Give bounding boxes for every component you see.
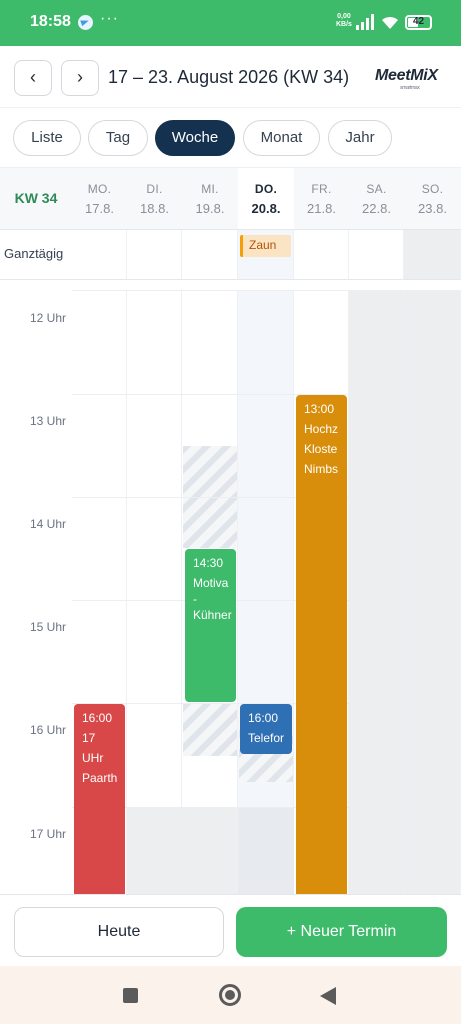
app-logo-subtitle: smartmax	[400, 85, 420, 91]
tab-tag[interactable]: Tag	[88, 120, 148, 156]
battery-icon: 42	[405, 15, 432, 30]
event-title-line: Kloste	[304, 442, 338, 456]
unavailable-region-today	[238, 808, 294, 894]
date-label: 18.8.	[140, 201, 169, 216]
hour-label: 14 Uhr	[29, 517, 66, 531]
network-speed: 0,00 KB/s	[336, 13, 352, 29]
view-tabs: Liste Tag Woche Monat Jahr	[0, 109, 461, 167]
status-bar: 18:58 ··· 0,00 KB/s 42	[0, 0, 461, 46]
tab-jahr[interactable]: Jahr	[328, 120, 392, 156]
date-range-title: 17 – 23. August 2026 (KW 34)	[108, 67, 350, 87]
home-icon[interactable]	[219, 984, 241, 1006]
event-fr[interactable]: 13:00 Hochz Kloste Nimbs	[296, 395, 347, 894]
event-title-line: Nimbs	[304, 462, 339, 476]
app-logo: MeetMiX smartmax	[375, 67, 438, 91]
hour-label: 15 Uhr	[29, 620, 66, 634]
day-header-sa[interactable]: SA. 22.8.	[349, 168, 404, 230]
app-logo-text: MeetMiX	[375, 67, 438, 84]
new-event-button[interactable]: + Neuer Termin	[236, 907, 447, 957]
event-mo[interactable]: 16:00 17 UHr Paarth	[74, 704, 125, 894]
allday-cell[interactable]	[349, 230, 404, 280]
hour-line	[72, 394, 461, 395]
more-notifications-icon: ···	[100, 10, 119, 27]
event-time: 16:00	[82, 711, 113, 725]
tab-woche[interactable]: Woche	[155, 120, 235, 156]
day-column-do[interactable]	[238, 290, 294, 894]
allday-cell[interactable]	[182, 230, 238, 280]
event-title-line: -	[193, 592, 197, 606]
back-icon[interactable]	[320, 987, 336, 1005]
weekday-label: DO.	[254, 182, 278, 196]
hour-line	[72, 807, 461, 808]
event-do[interactable]: 16:00 Telefor	[240, 704, 292, 754]
tab-monat[interactable]: Monat	[243, 120, 320, 156]
date-label: 22.8.	[362, 201, 391, 216]
allday-cell[interactable]	[72, 230, 127, 280]
event-time: 14:30	[193, 556, 224, 570]
date-label: 20.8.	[251, 201, 281, 216]
day-column-so[interactable]	[404, 290, 461, 894]
hour-label: 17 Uhr	[29, 827, 66, 841]
day-header-mi[interactable]: MI. 19.8.	[182, 168, 238, 230]
day-header-fr[interactable]: FR. 21.8.	[294, 168, 349, 230]
weekday-label: DI.	[146, 182, 163, 196]
weekday-label: MO.	[87, 182, 112, 196]
event-time: 16:00	[248, 711, 279, 725]
hour-label: 13 Uhr	[29, 414, 66, 428]
day-header-di[interactable]: DI. 18.8.	[127, 168, 182, 230]
event-title-line: Paarth	[82, 771, 118, 785]
hour-label: 12 Uhr	[29, 311, 66, 325]
telegram-icon	[78, 15, 93, 30]
recent-apps-icon[interactable]	[123, 988, 138, 1003]
hour-label: 16 Uhr	[29, 723, 66, 737]
status-time: 18:58	[30, 13, 71, 30]
week-calendar: 12 Uhr 13 Uhr 14 Uhr 15 Uhr 16 Uhr 17 Uh…	[0, 167, 461, 894]
signal-icon	[356, 14, 374, 30]
network-speed-unit: KB/s	[336, 21, 352, 28]
day-header-so[interactable]: SO. 23.8.	[404, 168, 461, 230]
weekday-label: MI.	[201, 182, 219, 196]
next-week-button[interactable]: ›	[61, 60, 99, 96]
network-speed-value: 0,00	[337, 13, 351, 20]
allday-cell[interactable]	[127, 230, 182, 280]
date-label: 17.8.	[85, 201, 114, 216]
event-mi[interactable]: 14:30 Motiva - Kühner	[185, 549, 236, 702]
wifi-icon	[382, 16, 398, 29]
battery-level: 42	[412, 16, 425, 27]
date-label: 19.8.	[195, 201, 225, 216]
event-title-line: Kühner	[193, 608, 232, 622]
system-navigation-bar	[0, 966, 461, 1024]
today-button[interactable]: Heute	[14, 907, 224, 957]
event-title-line: 17	[82, 731, 96, 745]
date-label: 23.8.	[418, 201, 447, 216]
event-title-line: UHr	[82, 751, 104, 765]
weekday-label: FR.	[311, 182, 332, 196]
allday-event[interactable]: Zaun	[240, 235, 291, 257]
day-column-di[interactable]	[127, 290, 182, 894]
unavailable-region	[127, 808, 237, 894]
week-number: KW 34	[0, 168, 72, 230]
bottom-actions: Heute + Neuer Termin	[0, 894, 461, 966]
blocked-time-mi-2	[183, 704, 237, 756]
allday-label: Ganztägig	[0, 230, 72, 280]
weekday-label: SA.	[366, 182, 387, 196]
event-title-line: Telefor	[248, 731, 285, 745]
date-label: 21.8.	[307, 201, 336, 216]
calendar-header: ‹ › 17 – 23. August 2026 (KW 34) MeetMiX…	[0, 46, 461, 108]
hour-line	[72, 600, 461, 601]
day-column-sa[interactable]	[349, 290, 404, 894]
hour-line	[72, 497, 461, 498]
tab-liste[interactable]: Liste	[13, 120, 81, 156]
weekday-label: SO.	[421, 182, 444, 196]
day-header-mo[interactable]: MO. 17.8.	[72, 168, 127, 230]
previous-week-button[interactable]: ‹	[14, 60, 52, 96]
allday-cell[interactable]	[294, 230, 349, 280]
event-title-line: Motiva	[193, 576, 229, 590]
event-title-line: Hochz	[304, 422, 339, 436]
allday-cell[interactable]	[404, 230, 461, 280]
event-time: 13:00	[304, 402, 335, 416]
hour-line	[72, 290, 461, 291]
day-header-do[interactable]: DO. 20.8.	[238, 168, 294, 230]
